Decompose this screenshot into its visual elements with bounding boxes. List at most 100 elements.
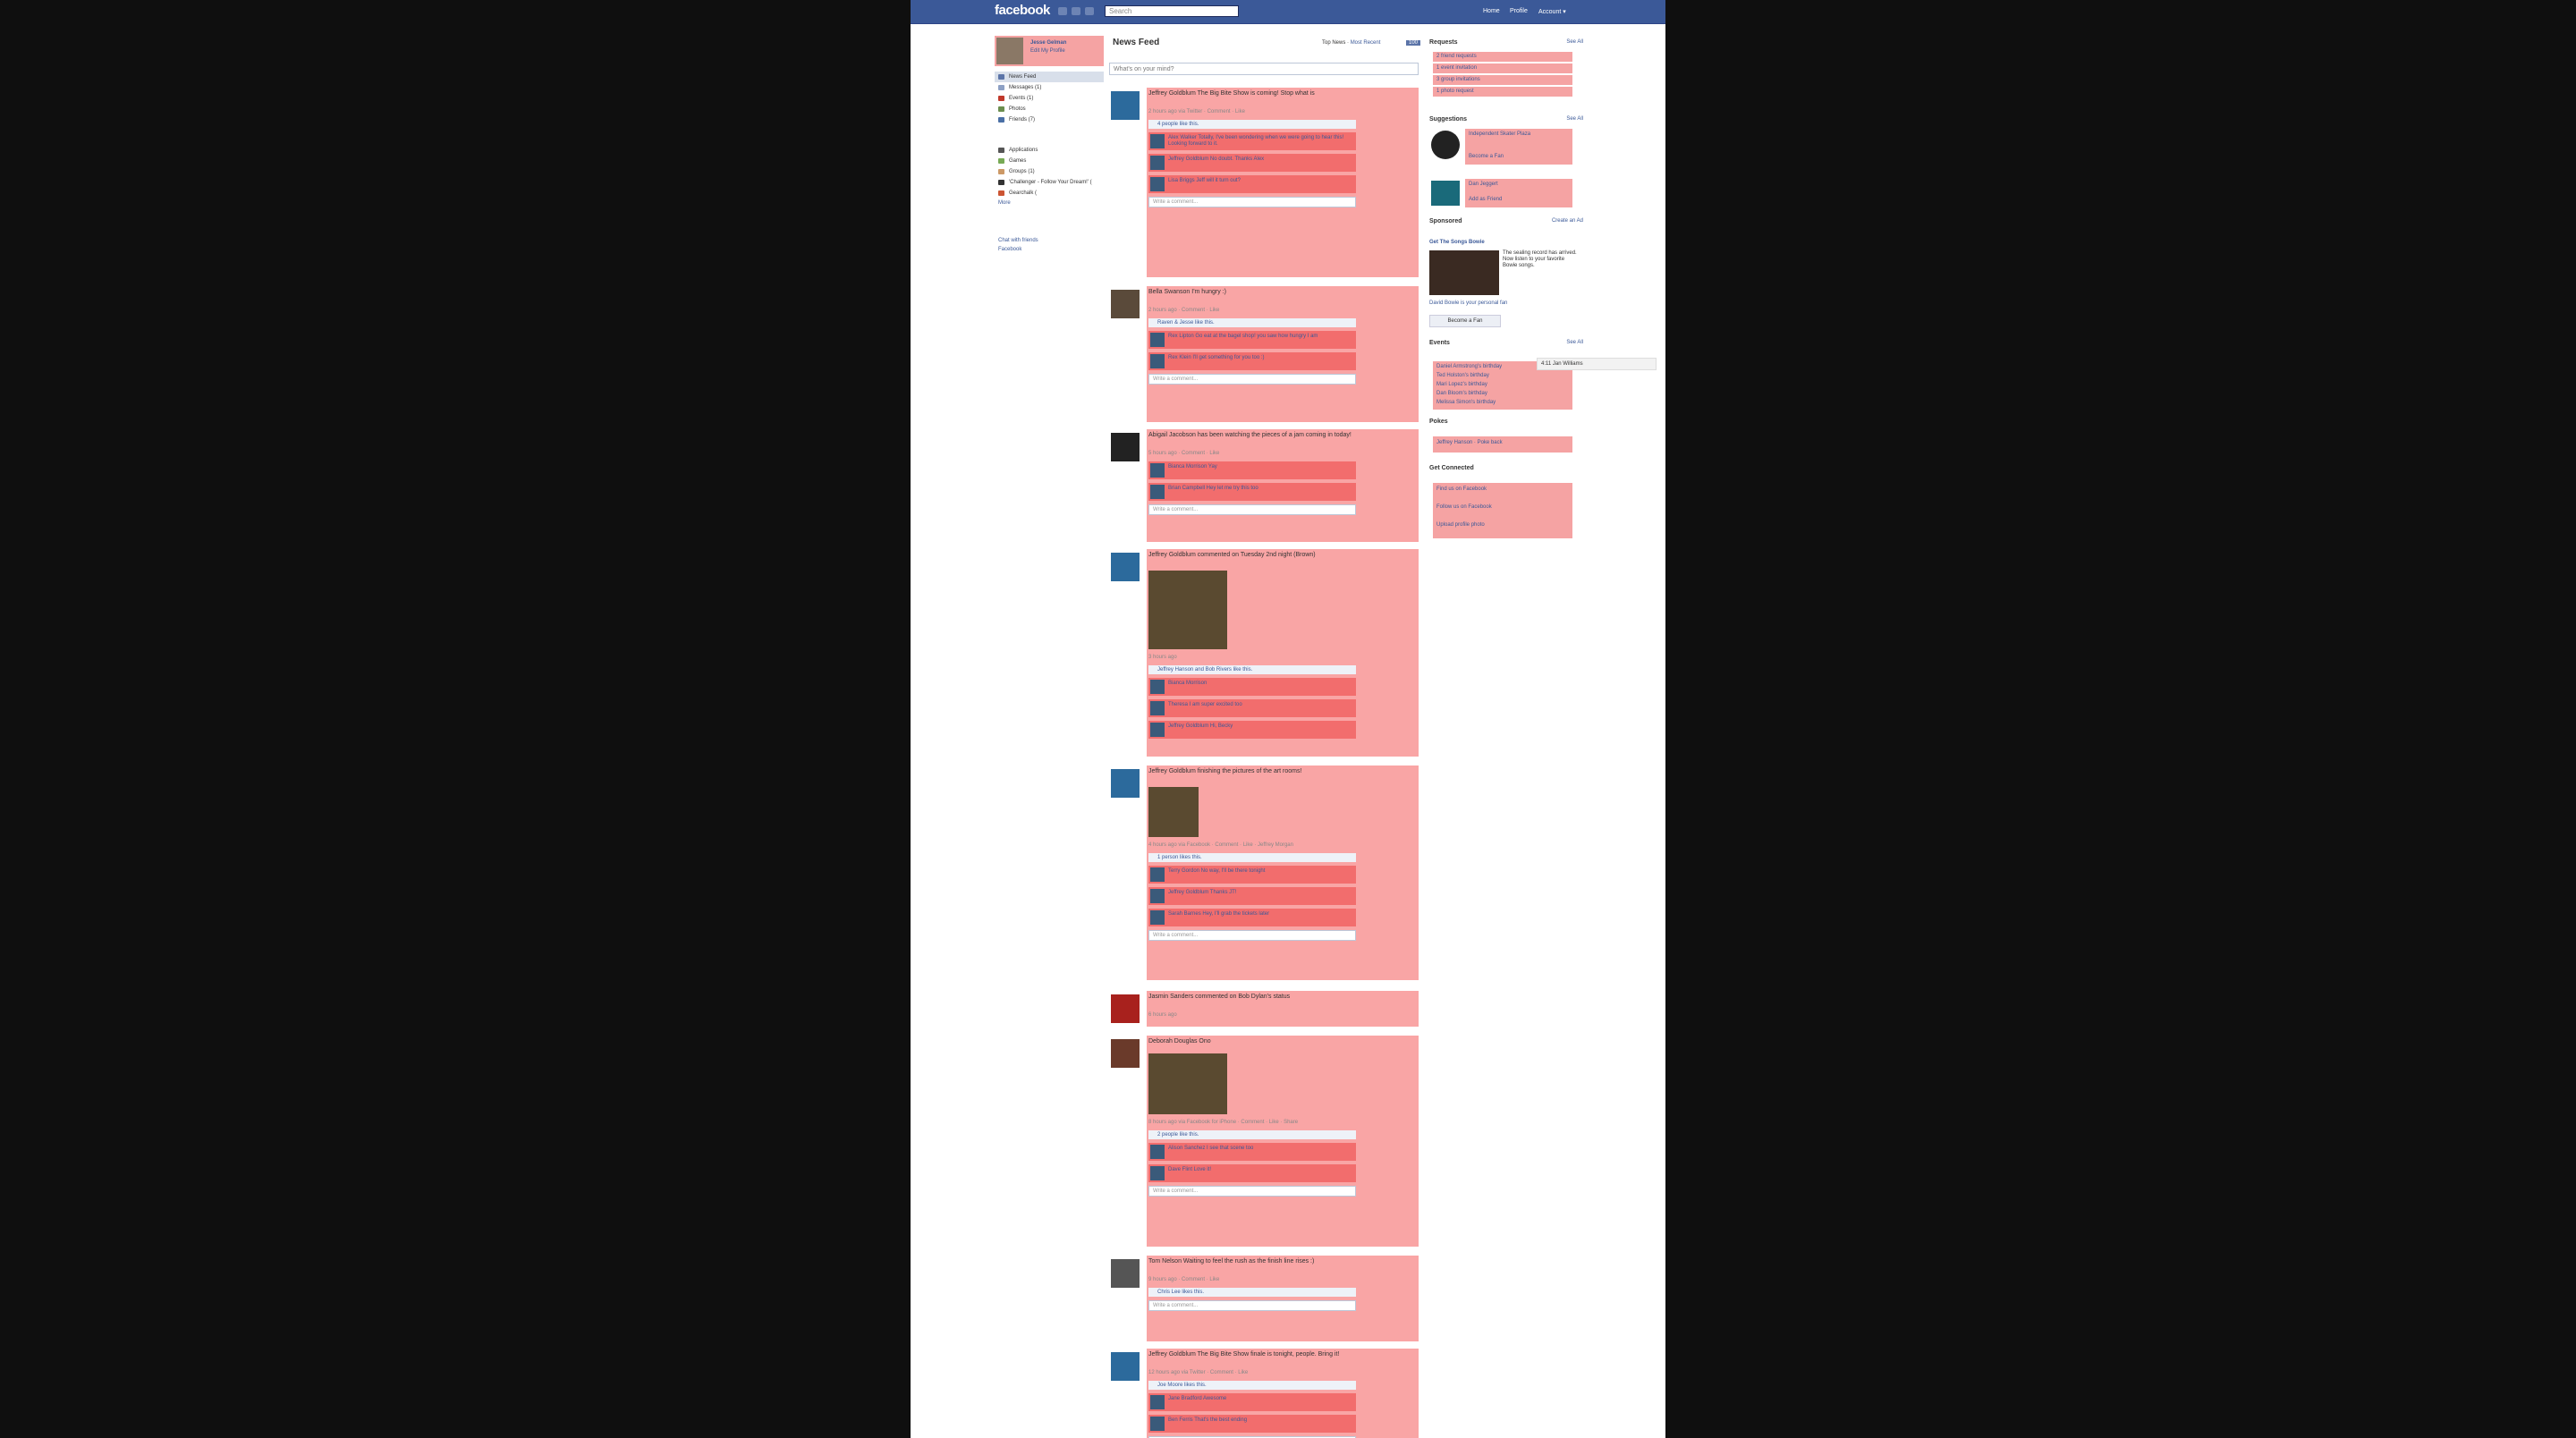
avatar[interactable]	[996, 38, 1023, 64]
more-link[interactable]: More	[995, 199, 1104, 207]
request-label[interactable]: 1 event invitation	[1436, 65, 1477, 71]
event-item[interactable]: Daniel Armstrong's birthday	[1436, 364, 1502, 369]
commenter-avatar[interactable]	[1150, 680, 1165, 694]
sidebar-item[interactable]: Gearchalk (	[995, 188, 1104, 199]
avatar[interactable]	[1111, 91, 1140, 120]
suggestion-name[interactable]: Dan Jeggert	[1469, 182, 1498, 187]
add-friend-link[interactable]: Add as Friend	[1469, 197, 1502, 202]
story-meta[interactable]: 6 hours ago	[1148, 1012, 1177, 1018]
commenter-avatar[interactable]	[1150, 1395, 1165, 1409]
story-meta[interactable]: 3 hours ago	[1148, 655, 1177, 660]
become-fan-button[interactable]: Become a Fan	[1429, 315, 1501, 327]
connect-item[interactable]: Upload profile photo	[1436, 522, 1485, 528]
likes-bar[interactable]: 1 person likes this.	[1148, 853, 1356, 862]
story-meta[interactable]: 2 hours ago via Twitter · Comment · Like	[1148, 109, 1245, 114]
commenter-avatar[interactable]	[1150, 177, 1165, 191]
request-item[interactable]: 1 photo request	[1433, 87, 1572, 97]
avatar[interactable]	[1111, 769, 1140, 798]
story-meta[interactable]: 2 hours ago · Comment · Like	[1148, 308, 1219, 313]
suggestion-name[interactable]: Independent Skater Plaza	[1469, 131, 1530, 137]
avatar[interactable]	[1111, 1039, 1140, 1068]
likes-bar[interactable]: 4 people like this.	[1148, 120, 1356, 129]
sidebar-item[interactable]: Events (1)	[995, 93, 1104, 104]
story-meta[interactable]: 9 hours ago · Comment · Like	[1148, 1277, 1219, 1282]
suggestion-item[interactable]: Independent Skater Plaza Become a Fan	[1431, 129, 1572, 165]
likes-bar[interactable]: Joe Moore likes this.	[1148, 1381, 1356, 1390]
events-see-all[interactable]: See All	[1566, 340, 1583, 345]
commenter-avatar[interactable]	[1150, 1166, 1165, 1180]
comment-input[interactable]: Write a comment...	[1148, 930, 1356, 941]
request-item[interactable]: 1 event invitation	[1433, 63, 1572, 73]
request-item[interactable]: 3 group invitations	[1433, 75, 1572, 85]
comment-input[interactable]: Write a comment...	[1148, 197, 1356, 207]
event-item[interactable]: Dan Bloom's birthday	[1436, 391, 1487, 396]
comment-input[interactable]: Write a comment...	[1148, 1186, 1356, 1197]
profile-name[interactable]: Jesse Gelman	[1030, 40, 1066, 46]
likes-bar[interactable]: Raven & Jesse like this.	[1148, 318, 1356, 327]
event-item[interactable]: Melissa Simon's birthday	[1436, 400, 1496, 405]
requests-see-all[interactable]: See All	[1566, 39, 1583, 45]
story-attachment[interactable]	[1148, 787, 1199, 837]
avatar[interactable]	[1111, 994, 1140, 1023]
commenter-avatar[interactable]	[1150, 701, 1165, 715]
edit-profile-link[interactable]: Edit My Profile	[1030, 48, 1065, 54]
avatar[interactable]	[1111, 433, 1140, 461]
story-attachment[interactable]	[1148, 1053, 1227, 1114]
avatar[interactable]	[1111, 1259, 1140, 1288]
commenter-avatar[interactable]	[1150, 485, 1165, 499]
story-meta[interactable]: 4 hours ago via Facebook · Comment · Lik…	[1148, 842, 1293, 848]
home-link[interactable]: Home	[1483, 8, 1500, 14]
ad-title[interactable]: Get The Songs Bowie	[1429, 240, 1485, 245]
commenter-avatar[interactable]	[1150, 1145, 1165, 1159]
likes-bar[interactable]: Chris Lee likes this.	[1148, 1288, 1356, 1297]
status-input[interactable]: What's on your mind?	[1109, 63, 1419, 75]
likes-bar[interactable]: 2 people like this.	[1148, 1130, 1356, 1139]
comment-input[interactable]: Write a comment...	[1148, 504, 1356, 515]
sidebar-item[interactable]: Games	[995, 156, 1104, 166]
sidebar-item[interactable]: Applications	[995, 145, 1104, 156]
become-fan-link[interactable]: Become a Fan	[1469, 154, 1504, 159]
story-attachment[interactable]	[1148, 571, 1227, 649]
story-meta[interactable]: 5 hours ago · Comment · Like	[1148, 451, 1219, 456]
commenter-avatar[interactable]	[1150, 333, 1165, 347]
top-news-tab[interactable]: Top News	[1322, 40, 1345, 46]
account-menu[interactable]: Account ▾	[1538, 8, 1566, 15]
connect-item[interactable]: Find us on Facebook	[1436, 486, 1487, 492]
most-recent-tab[interactable]: Most Recent	[1351, 40, 1381, 46]
avatar[interactable]	[1111, 290, 1140, 318]
sidebar-item[interactable]: Friends (7)	[995, 114, 1104, 125]
profile-summary[interactable]: Jesse Gelman Edit My Profile	[995, 36, 1104, 66]
commenter-avatar[interactable]	[1150, 354, 1165, 368]
ad-image[interactable]	[1429, 250, 1499, 295]
messages-icon[interactable]	[1072, 7, 1080, 15]
event-item[interactable]: Ted Holston's birthday	[1436, 373, 1489, 378]
connect-item[interactable]: Follow us on Facebook	[1436, 504, 1492, 510]
commenter-avatar[interactable]	[1150, 867, 1165, 882]
comment-input[interactable]: Write a comment...	[1148, 1300, 1356, 1311]
facebook-link[interactable]: Facebook	[995, 245, 1104, 254]
avatar[interactable]	[1111, 1352, 1140, 1381]
profile-link[interactable]: Profile	[1510, 8, 1528, 14]
request-item[interactable]: 2 friend requests	[1433, 52, 1572, 62]
commenter-avatar[interactable]	[1150, 723, 1165, 737]
suggestion-photo[interactable]	[1431, 131, 1460, 159]
search-input[interactable]: Search	[1105, 5, 1239, 17]
suggestion-item[interactable]: Dan Jeggert Add as Friend	[1431, 179, 1572, 207]
facebook-logo[interactable]: facebook	[995, 3, 1050, 18]
commenter-avatar[interactable]	[1150, 463, 1165, 478]
avatar[interactable]	[1111, 553, 1140, 581]
commenter-avatar[interactable]	[1150, 134, 1165, 148]
request-label[interactable]: 3 group invitations	[1436, 77, 1480, 82]
sidebar-item[interactable]: 'Challenger - Follow Your Dream!' (	[995, 177, 1104, 188]
chat-with-friends-link[interactable]: Chat with friends	[995, 236, 1104, 245]
friend-requests-icon[interactable]	[1058, 7, 1067, 15]
suggestion-photo[interactable]	[1431, 181, 1460, 206]
commenter-avatar[interactable]	[1150, 910, 1165, 925]
event-item[interactable]: Mari Lopez's birthday	[1436, 382, 1487, 387]
commenter-avatar[interactable]	[1150, 1417, 1165, 1431]
notifications-icon[interactable]	[1085, 7, 1094, 15]
sidebar-item[interactable]: Messages (1)	[995, 82, 1104, 93]
sidebar-item[interactable]: Photos	[995, 104, 1104, 114]
likes-bar[interactable]: Jeffrey Hanson and Bob Rivers like this.	[1148, 665, 1356, 674]
story-meta[interactable]: 8 hours ago via Facebook for iPhone · Co…	[1148, 1120, 1298, 1125]
